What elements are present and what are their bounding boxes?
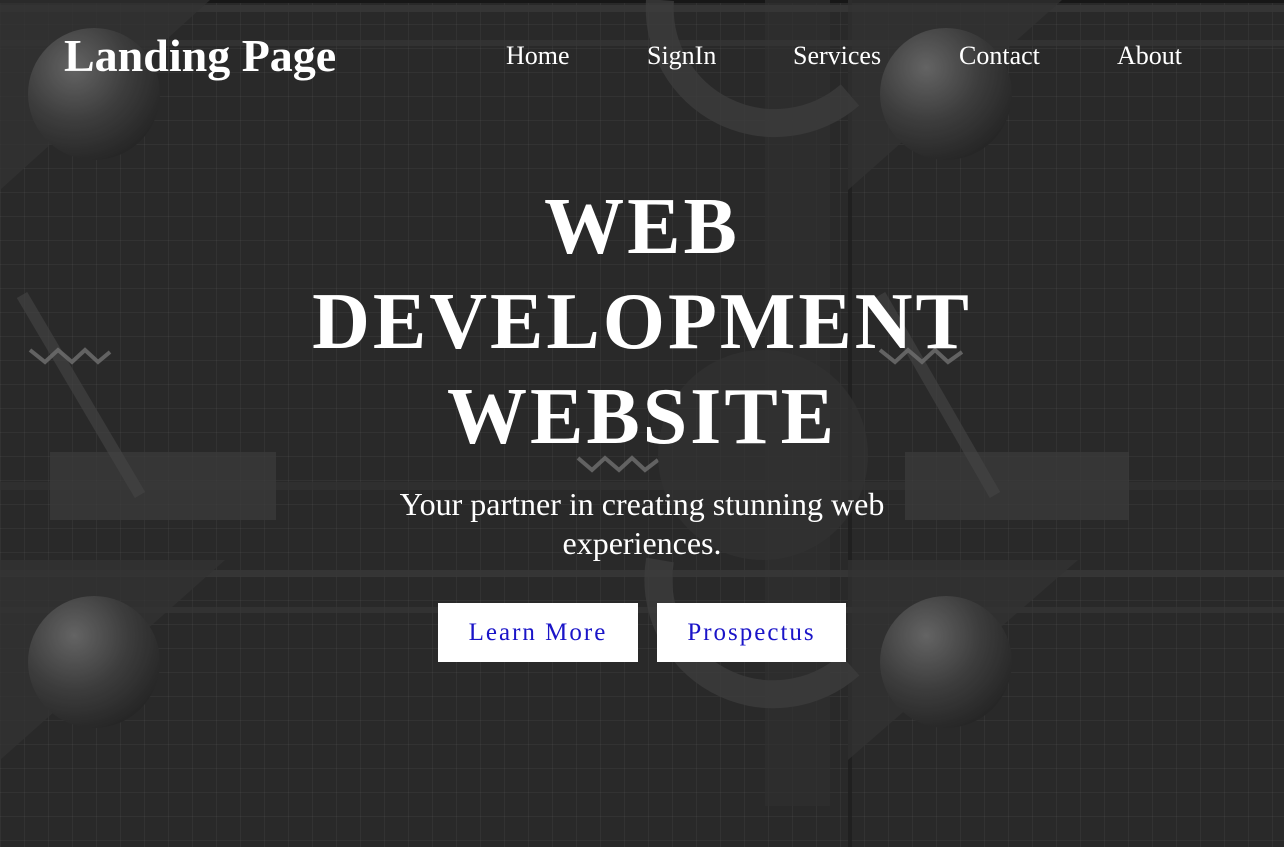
hero-title-line: WEBSITE — [446, 373, 838, 461]
nav-link-contact[interactable]: Contact — [959, 38, 1040, 74]
nav-link-signin[interactable]: SignIn — [647, 38, 716, 74]
hero-title-line: DEVELOPMENT — [312, 278, 972, 366]
nav-link-home[interactable]: Home — [506, 38, 570, 74]
main-nav: Home SignIn Services Contact About — [0, 38, 1284, 74]
hero-title: WEB DEVELOPMENT WEBSITE — [242, 180, 1042, 465]
hero-title-line: WEB — [544, 183, 740, 271]
landing-page: Landing Page Home SignIn Services Contac… — [0, 0, 1284, 847]
learn-more-button[interactable]: Learn More — [438, 603, 638, 662]
nav-link-services[interactable]: Services — [793, 38, 881, 74]
prospectus-button[interactable]: Prospectus — [657, 603, 846, 662]
hero-subtitle: Your partner in creating stunning web ex… — [399, 486, 885, 561]
nav-link-about[interactable]: About — [1117, 38, 1182, 74]
